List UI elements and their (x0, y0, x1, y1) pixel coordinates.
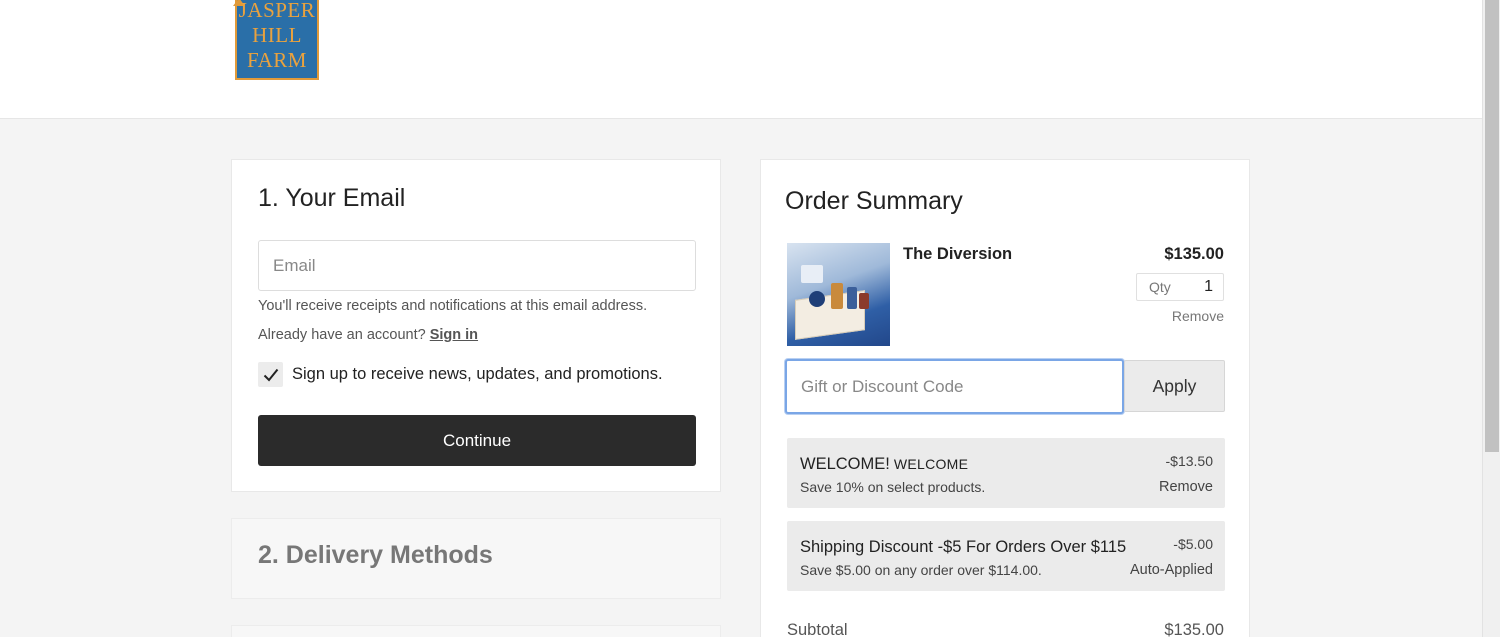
discount-amount: -$5.00 (1173, 536, 1213, 552)
email-step-card: 1. Your Email You'll receive receipts an… (231, 159, 721, 492)
newsletter-checkbox[interactable] (258, 362, 283, 387)
scrollbar-thumb[interactable] (1485, 0, 1499, 452)
discount-title: Shipping Discount -$5 For Orders Over $1… (800, 538, 1127, 556)
subtotal-label: Subtotal (787, 621, 848, 637)
product-price: $135.00 (1164, 245, 1224, 263)
order-summary-card: Order Summary The Diversion $135.00 Qty … (760, 159, 1250, 637)
discount-title-row: WELCOME! WELCOME (800, 455, 968, 474)
discount-code-input[interactable] (785, 359, 1124, 414)
remove-item-link[interactable]: Remove (1172, 308, 1224, 324)
discount-description: Save $5.00 on any order over $114.00. (800, 562, 1042, 578)
next-step-card[interactable] (231, 625, 721, 637)
applied-discount: WELCOME! WELCOME Save 10% on select produ… (787, 438, 1225, 508)
newsletter-option: Sign up to receive news, updates, and pr… (258, 362, 663, 387)
logo-line-2: HILL (252, 23, 302, 47)
auto-applied-status: Auto-Applied (1129, 562, 1213, 578)
continue-button[interactable]: Continue (258, 415, 696, 466)
product-item-graphic (801, 265, 823, 283)
logo-line-1: JASPER (238, 0, 316, 22)
product-item-graphic (847, 287, 857, 309)
discount-code: WELCOME (893, 456, 969, 472)
logo-text: JASPER HILL FARM (237, 0, 317, 73)
qty-value[interactable]: 1 (1204, 278, 1213, 296)
site-header: JASPER HILL FARM (0, 0, 1482, 119)
account-prompt-row: Already have an account? Sign in (258, 327, 478, 343)
remove-discount-link[interactable]: Remove (1159, 479, 1213, 495)
jasper-hill-farm-logo[interactable]: JASPER HILL FARM (233, 0, 319, 80)
applied-discount: Shipping Discount -$5 For Orders Over $1… (787, 521, 1225, 591)
product-item-graphic (859, 293, 869, 309)
quantity-stepper[interactable]: Qty 1 (1136, 273, 1224, 301)
page-scrollbar[interactable] (1482, 0, 1500, 637)
discount-description: Save 10% on select products. (800, 479, 986, 495)
discount-title: WELCOME! (800, 455, 890, 473)
logo-line-3: FARM (247, 48, 307, 72)
product-image (787, 243, 890, 346)
discount-amount: -$13.50 (1165, 453, 1213, 469)
apply-code-button[interactable]: Apply (1124, 360, 1225, 412)
account-prompt-text: Already have an account? (258, 327, 426, 343)
product-item-graphic (809, 291, 825, 307)
sign-in-link[interactable]: Sign in (430, 327, 478, 343)
subtotal-value: $135.00 (1164, 621, 1224, 637)
qty-label: Qty (1149, 279, 1171, 295)
delivery-step-card[interactable]: 2. Delivery Methods (231, 518, 721, 599)
delivery-step-title: 2. Delivery Methods (258, 541, 493, 569)
email-step-title: 1. Your Email (258, 184, 406, 212)
product-name: The Diversion (903, 245, 1013, 263)
order-summary-title: Order Summary (785, 187, 963, 215)
newsletter-label: Sign up to receive news, updates, and pr… (292, 365, 663, 383)
receipts-note: You'll receive receipts and notification… (258, 298, 648, 314)
checkmark-icon (263, 368, 278, 381)
email-field[interactable] (258, 240, 696, 291)
product-item-graphic (831, 283, 843, 309)
